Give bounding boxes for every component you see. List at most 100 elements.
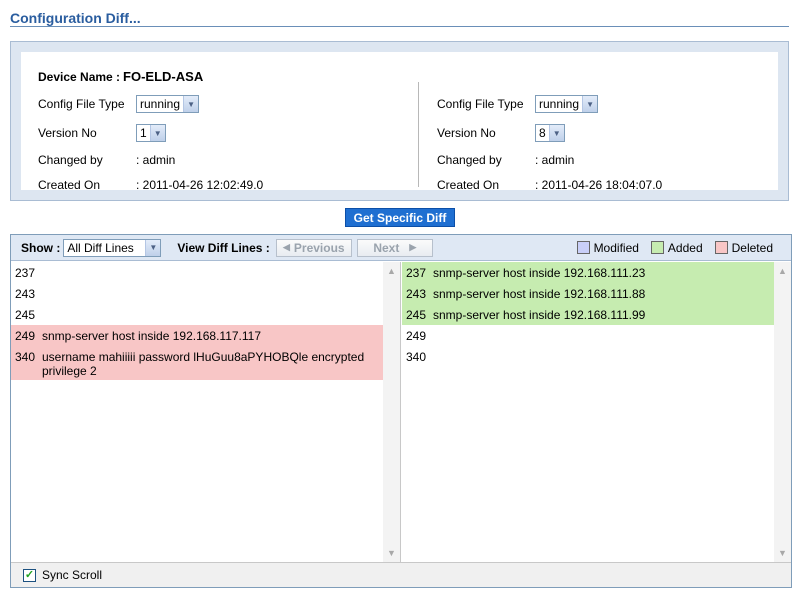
legend-modified: Modified bbox=[576, 240, 639, 255]
line-number: 243 bbox=[406, 287, 427, 301]
left-changed-by-label: Changed by bbox=[38, 153, 103, 167]
line-number: 243 bbox=[15, 287, 36, 301]
diff-line: 243 snmp-server host inside 192.168.111.8… bbox=[402, 283, 774, 304]
right-diff-lines: 237 snmp-server host inside 192.168.111.2… bbox=[402, 262, 774, 367]
scroll-up-icon[interactable]: ▲ bbox=[775, 263, 790, 279]
legend-deleted-swatch bbox=[714, 241, 728, 254]
left-config-type-label: Config File Type bbox=[38, 97, 125, 111]
left-changed-by-value: : admin bbox=[136, 153, 176, 167]
left-diff-lines: 237 243 245 249 snmp-server host inside 192.… bbox=[11, 262, 383, 380]
left-created-on-value: : 2011-04-26 12:02:49.0 bbox=[136, 178, 264, 192]
right-changed-by-label: Changed by bbox=[437, 153, 502, 167]
right-version-select[interactable]: 8 ▼ bbox=[535, 124, 565, 142]
line-number: 245 bbox=[15, 308, 36, 322]
left-version-value: 1 bbox=[140, 126, 147, 140]
left-scrollbar[interactable]: ▲ ▼ bbox=[383, 262, 400, 562]
left-config-type-select[interactable]: running ▼ bbox=[136, 95, 200, 113]
next-button[interactable]: Next ▶ bbox=[356, 238, 433, 257]
left-config-type-value: running bbox=[140, 97, 181, 111]
device-name-value: FO-ELD-ASA bbox=[123, 69, 204, 84]
legend-added: Added bbox=[650, 240, 703, 255]
left-changed-by-row: Changed by : admin bbox=[38, 150, 175, 170]
line-text: snmp-server host inside 192.168.117.117 bbox=[42, 329, 262, 343]
right-version-label: Version No bbox=[437, 126, 496, 140]
right-config-type-select[interactable]: running ▼ bbox=[535, 95, 599, 113]
left-created-on-row: Created On : 2011-04-26 12:02:49.0 bbox=[38, 175, 263, 195]
chevron-down-icon: ▼ bbox=[149, 125, 165, 141]
left-version-select[interactable]: 1 ▼ bbox=[136, 124, 166, 142]
diff-line: 249 snmp-server host inside 192.168.117.1… bbox=[11, 325, 383, 346]
chevron-down-icon: ▼ bbox=[582, 96, 598, 112]
diff-line: 340 username mahiiiii password lHuGuu8aPY… bbox=[11, 346, 383, 380]
left-diff-pane[interactable]: 237 243 245 249 snmp-server host inside 192.… bbox=[11, 262, 401, 562]
left-version-row: Version No 1 ▼ bbox=[38, 123, 166, 143]
line-number: 249 bbox=[406, 329, 427, 343]
chevron-down-icon: ▼ bbox=[145, 239, 161, 256]
right-changed-by-row: Changed by : admin bbox=[437, 150, 574, 170]
diff-line: 237 bbox=[11, 262, 383, 283]
chevron-down-icon: ▼ bbox=[183, 96, 199, 112]
legend-added-swatch bbox=[650, 241, 664, 254]
diff-line: 340 bbox=[402, 346, 774, 367]
title-divider bbox=[10, 26, 789, 27]
scroll-down-icon[interactable]: ▼ bbox=[775, 545, 790, 561]
left-version-label: Version No bbox=[38, 126, 97, 140]
checkmark-icon: ✓ bbox=[24, 568, 35, 581]
previous-button[interactable]: ◀ Previous bbox=[275, 238, 352, 257]
legend-deleted-label: Deleted bbox=[731, 240, 773, 255]
line-text: username mahiiiii password lHuGuu8aPYHOB… bbox=[42, 350, 365, 378]
diff-line: 245 snmp-server host inside 192.168.111.9… bbox=[402, 304, 774, 325]
chevron-down-icon: ▼ bbox=[548, 125, 564, 141]
right-created-on-row: Created On : 2011-04-26 18:04:07.0 bbox=[437, 175, 662, 195]
right-changed-by-value: : admin bbox=[535, 153, 575, 167]
line-number: 340 bbox=[15, 350, 36, 364]
scroll-up-icon[interactable]: ▲ bbox=[384, 263, 399, 279]
right-config-type-value: running bbox=[539, 97, 580, 111]
view-diff-lines-label: View Diff Lines : bbox=[177, 240, 270, 255]
diff-line: 249 bbox=[402, 325, 774, 346]
right-created-on-value: : 2011-04-26 18:04:07.0 bbox=[535, 178, 663, 192]
diff-line: 243 bbox=[11, 283, 383, 304]
diff-toolbar: Show : All Diff Lines ▼ View Diff Lines … bbox=[11, 235, 791, 261]
sync-scroll-label: Sync Scroll bbox=[42, 568, 103, 582]
left-config-type-row: Config File Type running ▼ bbox=[38, 94, 200, 114]
show-filter-select[interactable]: All Diff Lines ▼ bbox=[63, 238, 162, 257]
device-name-row: Device Name : FO-ELD-ASA bbox=[38, 69, 203, 84]
next-arrow-icon: ▶ bbox=[409, 242, 417, 252]
right-diff-pane[interactable]: 237 snmp-server host inside 192.168.111.2… bbox=[402, 262, 791, 562]
legend-modified-swatch bbox=[576, 241, 590, 254]
right-config-type-label: Config File Type bbox=[437, 97, 524, 111]
left-created-on-label: Created On bbox=[38, 178, 101, 192]
get-specific-diff-button[interactable]: Get Specific Diff bbox=[345, 208, 455, 227]
right-created-on-label: Created On bbox=[437, 178, 500, 192]
right-scrollbar[interactable]: ▲ ▼ bbox=[774, 262, 791, 562]
line-text: snmp-server host inside 192.168.111.99 bbox=[433, 308, 646, 322]
right-version-row: Version No 8 ▼ bbox=[437, 123, 565, 143]
line-number: 237 bbox=[15, 266, 36, 280]
line-text: snmp-server host inside 192.168.111.88 bbox=[433, 287, 646, 301]
line-number: 249 bbox=[15, 329, 36, 343]
line-number: 237 bbox=[406, 266, 427, 280]
right-config-type-row: Config File Type running ▼ bbox=[437, 94, 599, 114]
legend-added-label: Added bbox=[667, 240, 703, 255]
line-text: snmp-server host inside 192.168.111.23 bbox=[433, 266, 646, 280]
previous-arrow-icon: ◀ bbox=[282, 242, 290, 252]
diff-line: 237 snmp-server host inside 192.168.111.2… bbox=[402, 262, 774, 283]
sync-scroll-checkbox[interactable]: ✓ bbox=[23, 568, 36, 582]
previous-label: Previous bbox=[293, 240, 345, 255]
config-info-inner: Device Name : FO-ELD-ASA Config File Type… bbox=[21, 52, 778, 192]
right-version-value: 8 bbox=[539, 126, 546, 140]
page-title: Configuration Diff... bbox=[10, 10, 141, 26]
diff-footer: ✓ Sync Scroll bbox=[11, 562, 791, 587]
column-divider bbox=[418, 82, 419, 187]
show-filter-value: All Diff Lines bbox=[67, 240, 134, 255]
legend-modified-label: Modified bbox=[593, 240, 639, 255]
diff-line: 245 bbox=[11, 304, 383, 325]
show-label: Show : bbox=[21, 240, 61, 255]
next-label: Next bbox=[373, 240, 400, 255]
legend-deleted: Deleted bbox=[714, 240, 773, 255]
scroll-down-icon[interactable]: ▼ bbox=[384, 545, 399, 561]
config-info-panel: Device Name : FO-ELD-ASA Config File Type… bbox=[10, 41, 789, 201]
line-number: 245 bbox=[406, 308, 427, 322]
device-name-label: Device Name : bbox=[38, 70, 121, 84]
